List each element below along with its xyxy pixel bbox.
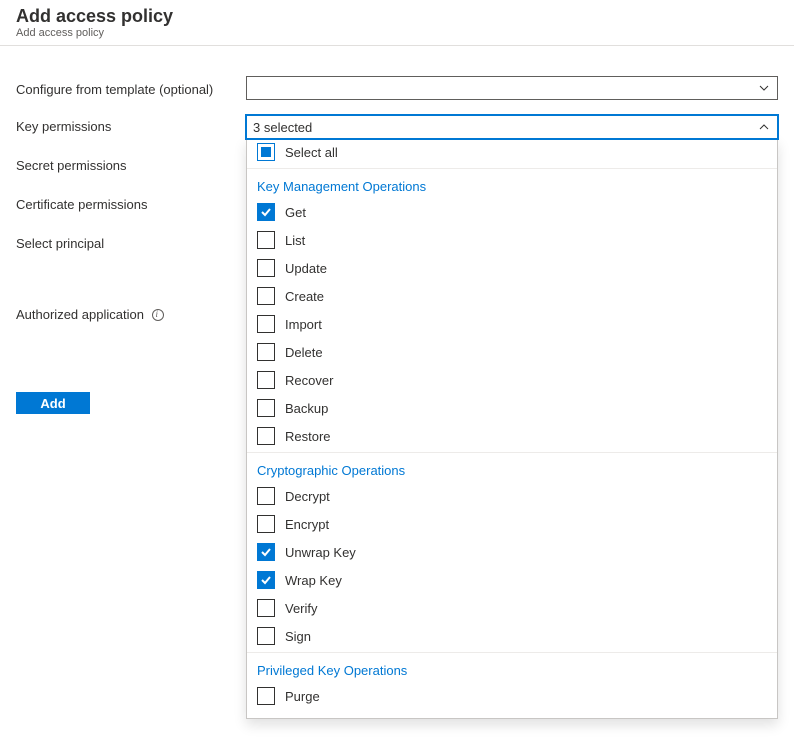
- permission-option[interactable]: List: [247, 226, 777, 254]
- permission-option[interactable]: Backup: [247, 394, 777, 422]
- label-certificate-permissions: Certificate permissions: [16, 193, 246, 232]
- chevron-down-icon: [757, 81, 771, 95]
- checkbox-unchecked-icon: [257, 427, 275, 445]
- permission-option[interactable]: Import: [247, 310, 777, 338]
- checkbox-unchecked-icon: [257, 371, 275, 389]
- permission-option-label: Import: [285, 317, 322, 332]
- permission-option[interactable]: Sign: [247, 622, 777, 650]
- label-configure-template: Configure from template (optional): [16, 76, 246, 115]
- page-header: Add access policy Add access policy: [0, 0, 794, 46]
- label-secret-permissions: Secret permissions: [16, 154, 246, 193]
- checkbox-checked-icon: [257, 203, 275, 221]
- checkbox-checked-icon: [257, 571, 275, 589]
- permission-option[interactable]: Decrypt: [247, 482, 777, 510]
- checkbox-unchecked-icon: [257, 627, 275, 645]
- permission-option[interactable]: Encrypt: [247, 510, 777, 538]
- permission-option-label: Wrap Key: [285, 573, 342, 588]
- permission-option[interactable]: Purge: [247, 682, 777, 710]
- permission-group-header: Key Management Operations: [247, 168, 777, 198]
- info-icon[interactable]: [152, 309, 164, 321]
- form-content: Configure from template (optional) Key p…: [0, 46, 794, 735]
- permission-option-label: Decrypt: [285, 489, 330, 504]
- checkbox-unchecked-icon: [257, 315, 275, 333]
- checkbox-unchecked-icon: [257, 599, 275, 617]
- key-permissions-select[interactable]: 3 selected: [246, 115, 778, 139]
- configure-template-select[interactable]: [246, 76, 778, 100]
- permission-option-label: Unwrap Key: [285, 545, 356, 560]
- add-button[interactable]: Add: [16, 392, 90, 414]
- permission-group-header: Privileged Key Operations: [247, 652, 777, 682]
- checkbox-unchecked-icon: [257, 287, 275, 305]
- checkbox-unchecked-icon: [257, 515, 275, 533]
- permission-option-label: Get: [285, 205, 306, 220]
- label-select-principal: Select principal: [16, 232, 246, 271]
- select-all-option[interactable]: Select all: [247, 138, 777, 166]
- label-authorized-application: Authorized application: [16, 271, 246, 322]
- checkbox-unchecked-icon: [257, 399, 275, 417]
- checkbox-unchecked-icon: [257, 231, 275, 249]
- permission-option[interactable]: Delete: [247, 338, 777, 366]
- permission-option-label: Delete: [285, 345, 323, 360]
- checkbox-unchecked-icon: [257, 343, 275, 361]
- select-all-label: Select all: [285, 145, 338, 160]
- permission-option[interactable]: Update: [247, 254, 777, 282]
- label-key-permissions: Key permissions: [16, 115, 246, 154]
- checkbox-unchecked-icon: [257, 259, 275, 277]
- page-title: Add access policy: [16, 6, 778, 27]
- checkbox-unchecked-icon: [257, 687, 275, 705]
- permission-option-label: Backup: [285, 401, 328, 416]
- permission-option-label: Create: [285, 289, 324, 304]
- permission-option[interactable]: Restore: [247, 422, 777, 450]
- checkbox-unchecked-icon: [257, 487, 275, 505]
- permission-option[interactable]: Get: [247, 198, 777, 226]
- permission-option[interactable]: Unwrap Key: [247, 538, 777, 566]
- permission-option-label: Recover: [285, 373, 333, 388]
- permission-option-label: Restore: [285, 429, 331, 444]
- permission-option-label: Encrypt: [285, 517, 329, 532]
- permission-option-label: Purge: [285, 689, 320, 704]
- checkbox-checked-icon: [257, 543, 275, 561]
- permission-option-label: Verify: [285, 601, 318, 616]
- permission-option[interactable]: Wrap Key: [247, 566, 777, 594]
- chevron-up-icon: [757, 120, 771, 134]
- permission-option-label: Update: [285, 261, 327, 276]
- key-permissions-summary: 3 selected: [253, 120, 312, 135]
- breadcrumb: Add access policy: [16, 27, 778, 39]
- permission-option[interactable]: Create: [247, 282, 777, 310]
- permission-option[interactable]: Recover: [247, 366, 777, 394]
- permission-group-header: Cryptographic Operations: [247, 452, 777, 482]
- permission-option-label: List: [285, 233, 305, 248]
- permission-option-label: Sign: [285, 629, 311, 644]
- checkbox-indeterminate-icon: [257, 143, 275, 161]
- permission-option[interactable]: Verify: [247, 594, 777, 622]
- key-permissions-dropdown: Select all Key Management Operations Get Li…: [246, 138, 778, 719]
